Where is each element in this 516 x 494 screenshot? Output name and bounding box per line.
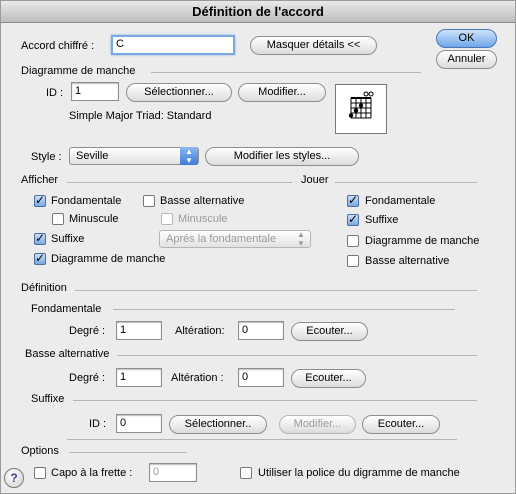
- chord-definition-dialog: Définition de l'accord Accord chiffré : …: [0, 0, 516, 494]
- def-bass-separator: [117, 355, 477, 356]
- style-select-value: Seville: [76, 150, 109, 162]
- def-fundamental-label: Fondamentale: [31, 303, 102, 315]
- show-alt-lowercase-checkbox[interactable]: [161, 213, 173, 225]
- hide-details-button[interactable]: Masquer détails <<: [250, 36, 377, 55]
- def-fundamental-separator: [113, 309, 455, 310]
- suffix-position-value: Aprés la fondamentale: [166, 233, 277, 245]
- play-suffix-checkbox[interactable]: [347, 212, 359, 226]
- diagram-id-input[interactable]: 1: [71, 82, 119, 101]
- show-alt-lowercase-label: Minuscule: [178, 213, 228, 225]
- show-fundamental-label: Fondamentale: [51, 195, 122, 207]
- degree-input[interactable]: 1: [116, 321, 162, 340]
- def-suffix-separator: [73, 400, 477, 401]
- select-arrows-icon: ▲ ▼: [180, 147, 198, 165]
- diagram-separator: [151, 72, 421, 73]
- style-select[interactable]: Seville ▲ ▼: [69, 147, 199, 165]
- play-diagram-label: Diagramme de manche: [365, 235, 480, 247]
- play-suffix-label: Suffixe: [365, 214, 399, 226]
- listen-fundamental-button[interactable]: Ecouter...: [291, 322, 368, 341]
- play-separator: [335, 182, 477, 183]
- diagram-id-label: ID :: [46, 87, 64, 99]
- window-title: Définition de l'accord: [1, 1, 515, 23]
- show-lowercase-checkbox[interactable]: [52, 213, 64, 225]
- bass-alteration-input[interactable]: 0: [238, 368, 284, 387]
- definition-separator: [75, 290, 477, 291]
- show-diagram-checkbox[interactable]: [34, 251, 46, 265]
- diagram-modify-button[interactable]: Modifier...: [238, 83, 326, 102]
- suffix-select-button[interactable]: Sélectionner..: [169, 415, 267, 434]
- show-alt-bass-checkbox[interactable]: [143, 195, 155, 207]
- play-fundamental-checkbox[interactable]: [347, 193, 359, 207]
- definition-bottom-separator: [67, 439, 457, 440]
- play-section-label: Jouer: [301, 174, 329, 186]
- use-diagram-font-label: Utiliser la police du digramme de manche: [258, 467, 460, 479]
- diagram-select-button[interactable]: Sélectionner...: [126, 83, 232, 102]
- listen-bass-button[interactable]: Ecouter...: [291, 369, 366, 388]
- show-section-label: Afficher: [21, 174, 59, 186]
- def-suffix-label: Suffixe: [31, 393, 65, 405]
- alteration-input[interactable]: 0: [238, 321, 284, 340]
- bass-degree-label: Degré :: [69, 372, 106, 384]
- style-label: Style :: [31, 151, 62, 163]
- chord-symbol-label: Accord chiffré :: [21, 40, 95, 52]
- chord-grid-icon: [348, 91, 374, 119]
- play-diagram-checkbox[interactable]: [347, 235, 359, 247]
- degree-label: Degré :: [69, 325, 106, 337]
- definition-section-label: Définition: [21, 282, 67, 294]
- bass-alteration-label: Altération :: [171, 372, 224, 384]
- show-fundamental-checkbox[interactable]: [34, 193, 46, 207]
- show-suffix-checkbox[interactable]: [34, 231, 46, 245]
- modify-styles-button[interactable]: Modifier les styles...: [205, 147, 359, 166]
- show-diagram-label: Diagramme de manche: [51, 253, 166, 265]
- capo-input[interactable]: 0: [149, 463, 197, 482]
- suffix-modify-button[interactable]: Modifier...: [279, 415, 356, 434]
- chord-diagram-preview: [335, 84, 387, 134]
- def-bass-label: Basse alternative: [25, 348, 110, 360]
- suffix-listen-button[interactable]: Ecouter...: [362, 415, 440, 434]
- play-alt-bass-label: Basse alternative: [365, 255, 450, 267]
- suffix-position-select[interactable]: Aprés la fondamentale ▲ ▼: [159, 230, 311, 248]
- help-icon[interactable]: ?: [4, 468, 24, 488]
- select-arrows-icon: ▲ ▼: [297, 230, 305, 248]
- cancel-button[interactable]: Annuler: [436, 50, 497, 69]
- show-separator: [67, 182, 292, 183]
- play-fundamental-label: Fondamentale: [365, 195, 436, 207]
- use-diagram-font-checkbox[interactable]: [240, 467, 252, 479]
- options-separator: [69, 452, 187, 453]
- ok-button[interactable]: OK: [436, 29, 497, 48]
- bass-degree-input[interactable]: 1: [116, 368, 162, 387]
- suffix-id-label: ID :: [89, 418, 107, 430]
- suffix-id-input[interactable]: 0: [116, 414, 162, 433]
- capo-checkbox[interactable]: [34, 467, 46, 479]
- diagram-description: Simple Major Triad: Standard: [69, 110, 212, 122]
- chord-symbol-input[interactable]: C: [111, 35, 235, 55]
- show-lowercase-label: Minuscule: [69, 213, 119, 225]
- play-alt-bass-checkbox[interactable]: [347, 255, 359, 267]
- capo-label: Capo à la frette :: [51, 467, 133, 479]
- options-section-label: Options: [21, 445, 59, 457]
- alteration-label: Altération:: [175, 325, 225, 337]
- show-suffix-label: Suffixe: [51, 233, 85, 245]
- show-alt-bass-label: Basse alternative: [160, 195, 245, 207]
- diagram-section-label: Diagramme de manche: [21, 65, 136, 77]
